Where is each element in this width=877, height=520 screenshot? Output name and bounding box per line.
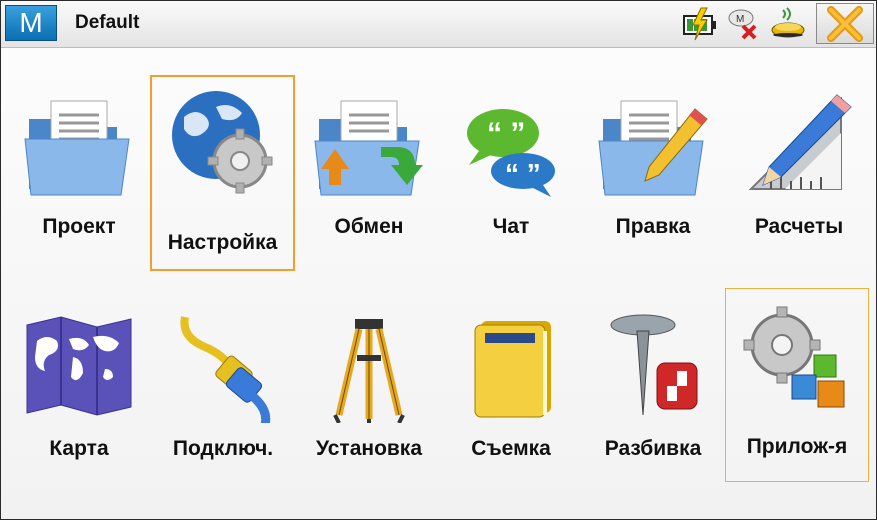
menu-item-project[interactable]: Проект	[9, 77, 149, 257]
logo-letter: M	[19, 7, 43, 38]
app-menu-button[interactable]: M	[5, 5, 57, 41]
menu-item-connect[interactable]: Подключ.	[153, 299, 293, 479]
menu-item-setup[interactable]: Установка	[299, 299, 439, 479]
stakeout-pin-icon	[610, 314, 698, 416]
close-x-icon	[827, 5, 863, 42]
tripod-icon	[333, 319, 405, 423]
survey-book-icon	[474, 321, 551, 418]
svg-text:M: M	[736, 14, 744, 25]
map-icon	[26, 316, 132, 416]
menu-item-label: Чат	[492, 215, 530, 238]
title-bar: M Default M	[1, 1, 876, 48]
menu-item-applications[interactable]: Прилож-я	[725, 288, 869, 482]
menu-item-label: Подключ.	[172, 437, 274, 460]
project-folder-icon	[24, 100, 130, 196]
close-button[interactable]	[816, 3, 874, 44]
menu-item-label: Установка	[316, 437, 422, 460]
calculations-ruler-pencil-icon	[748, 94, 852, 190]
gnss-receiver-icon[interactable]	[769, 6, 807, 42]
menu-item-survey[interactable]: Съемка	[441, 299, 581, 479]
menu-item-label: Настройка	[167, 231, 278, 254]
menu-item-stakeout[interactable]: Разбивка	[583, 299, 723, 479]
menu-item-edit[interactable]: Правка	[583, 77, 723, 257]
app-window: M Default M Проект Настройка Обмен “ ” “…	[0, 0, 877, 520]
menu-item-chat[interactable]: “ ” “ ” Чат	[441, 77, 581, 257]
menu-item-label: Обмен	[334, 215, 404, 238]
cloud-disconnected-icon[interactable]: M	[725, 6, 763, 42]
svg-text:“ ”: “ ”	[487, 117, 525, 150]
menu-item-label: Разбивка	[604, 437, 702, 460]
window-title: Default	[75, 12, 140, 33]
menu-item-exchange[interactable]: Обмен	[299, 77, 439, 257]
settings-globe-gear-icon	[172, 91, 273, 194]
menu-item-settings[interactable]: Настройка	[150, 75, 295, 271]
menu-item-label: Проект	[42, 215, 116, 238]
battery-charging-icon[interactable]	[681, 6, 719, 42]
chat-bubbles-icon: “ ” “ ”	[467, 109, 555, 197]
svg-text:“ ”: “ ”	[505, 158, 541, 189]
edit-folder-pencil-icon	[598, 100, 708, 196]
menu-item-label: Расчеты	[754, 215, 844, 238]
menu-item-label: Карта	[49, 437, 109, 460]
connect-cable-icon	[180, 316, 271, 423]
menu-item-label: Прилож-я	[746, 435, 848, 458]
menu-item-label: Правка	[615, 215, 691, 238]
applications-gear-blocks-icon	[743, 306, 845, 408]
menu-item-label: Съемка	[471, 437, 551, 460]
exchange-folder-arrows-icon	[314, 100, 423, 196]
menu-item-calculations[interactable]: Расчеты	[729, 77, 869, 257]
menu-item-map[interactable]: Карта	[9, 299, 149, 479]
